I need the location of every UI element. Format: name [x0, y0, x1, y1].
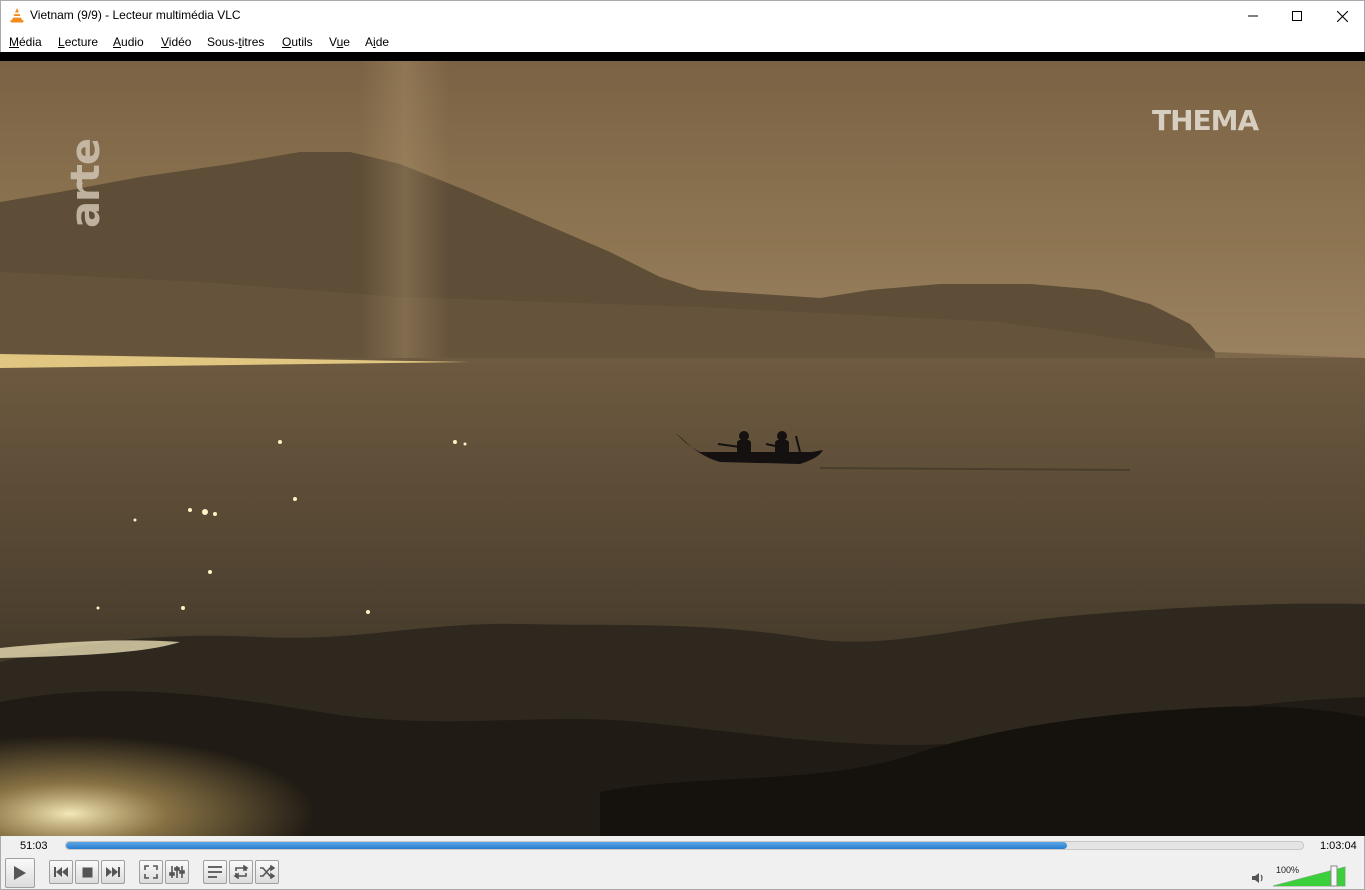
menu-video[interactable]: Vidéo: [161, 35, 191, 49]
next-icon: [106, 867, 120, 877]
fullscreen-icon: [144, 865, 158, 879]
video-frame: [0, 52, 1365, 836]
arte-watermark: arte: [63, 139, 109, 228]
close-icon: [1336, 10, 1348, 22]
maximize-button[interactable]: [1274, 1, 1320, 31]
total-time: 1:03:04: [1320, 840, 1357, 852]
extended-settings-icon: [169, 866, 185, 878]
menu-media[interactable]: Média: [9, 35, 42, 49]
stop-button[interactable]: [75, 860, 99, 884]
next-button[interactable]: [101, 860, 125, 884]
play-button[interactable]: [5, 858, 35, 888]
playlist-icon: [208, 866, 222, 878]
minimize-icon: [1248, 15, 1258, 17]
volume-speaker-icon[interactable]: [1251, 871, 1265, 889]
window-title: Vietnam (9/9) - Lecteur multimédia VLC: [30, 8, 241, 22]
shuffle-icon: [260, 865, 275, 879]
extended-settings-button[interactable]: [165, 860, 189, 884]
volume-slider[interactable]: [1272, 857, 1347, 887]
menu-bar: Média Lecture Audio Vidéo Sous-titres Ou…: [0, 31, 1365, 52]
menu-lecture[interactable]: Lecture: [58, 35, 98, 49]
elapsed-time: 51:03: [20, 840, 48, 852]
menu-outils[interactable]: Outils: [282, 35, 313, 49]
video-area[interactable]: arte THEMA: [0, 52, 1365, 836]
loop-button[interactable]: [229, 860, 253, 884]
close-button[interactable]: [1319, 1, 1365, 31]
stop-icon: [82, 867, 92, 877]
previous-button[interactable]: [49, 860, 73, 884]
seek-row: 51:03 1:03:04: [0, 836, 1365, 856]
thema-watermark: THEMA: [1152, 104, 1259, 137]
minimize-button[interactable]: [1230, 1, 1276, 31]
title-bar: Vietnam (9/9) - Lecteur multimédia VLC: [0, 0, 1365, 31]
playlist-button[interactable]: [203, 860, 227, 884]
previous-icon: [54, 867, 68, 877]
menu-vue[interactable]: Vue: [329, 35, 350, 49]
seek-bar[interactable]: [65, 841, 1304, 850]
controls-bar: 100%: [0, 856, 1365, 890]
menu-audio[interactable]: Audio: [113, 35, 144, 49]
loop-icon: [233, 865, 249, 879]
menu-aide[interactable]: Aide: [365, 35, 389, 49]
menu-subtitles[interactable]: Sous-titres: [207, 35, 264, 49]
maximize-icon: [1292, 11, 1302, 21]
play-icon: [14, 866, 26, 880]
vlc-cone-icon: [10, 8, 24, 23]
fullscreen-button[interactable]: [139, 860, 163, 884]
shuffle-button[interactable]: [255, 860, 279, 884]
seek-progress: [66, 842, 1067, 849]
